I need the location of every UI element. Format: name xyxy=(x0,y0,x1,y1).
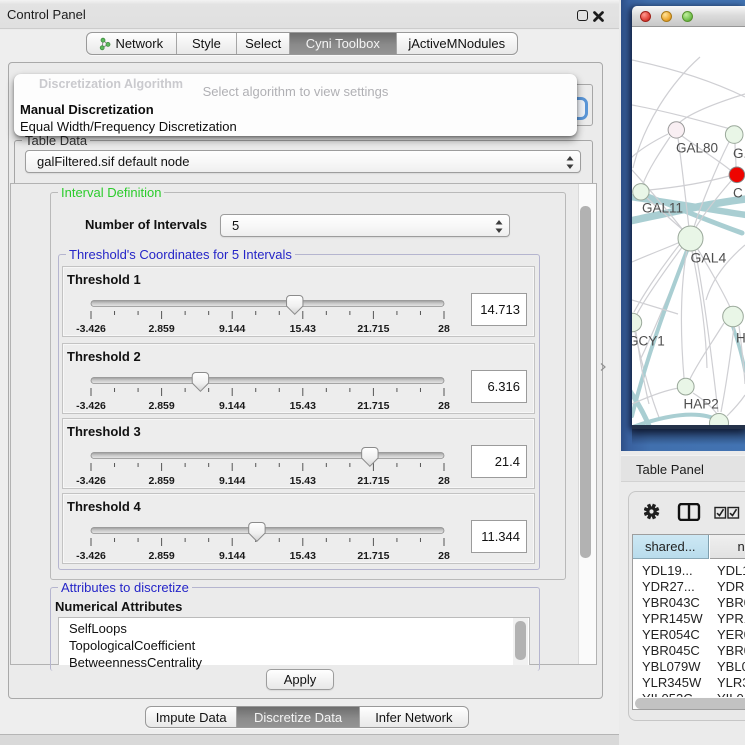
svg-text:-3.426: -3.426 xyxy=(76,550,106,562)
svg-text:2.859: 2.859 xyxy=(148,400,174,412)
svg-text:-3.426: -3.426 xyxy=(76,323,106,335)
svg-text:-3.426: -3.426 xyxy=(76,400,106,412)
svg-text:15.43: 15.43 xyxy=(290,400,316,412)
svg-text:9.144: 9.144 xyxy=(219,475,245,487)
svg-text:21.715: 21.715 xyxy=(357,550,389,562)
svg-text:21.715: 21.715 xyxy=(357,400,389,412)
svg-text:28: 28 xyxy=(438,475,450,487)
svg-text:21.715: 21.715 xyxy=(357,323,389,335)
svg-text:15.43: 15.43 xyxy=(290,323,316,335)
svg-text:2.859: 2.859 xyxy=(148,550,174,562)
svg-text:GAL80: GAL80 xyxy=(676,141,718,156)
svg-text:HAP2: HAP2 xyxy=(684,397,719,412)
svg-text:GAL4: GAL4 xyxy=(691,250,727,266)
svg-text:9.144: 9.144 xyxy=(219,550,245,562)
svg-text:2.859: 2.859 xyxy=(148,323,174,335)
svg-text:G...: G... xyxy=(733,146,745,161)
svg-text:15.43: 15.43 xyxy=(290,475,316,487)
svg-text:-3.426: -3.426 xyxy=(76,475,106,487)
svg-text:21.715: 21.715 xyxy=(357,475,389,487)
svg-text:28: 28 xyxy=(438,400,450,412)
svg-text:28: 28 xyxy=(438,323,450,335)
svg-text:GCY1: GCY1 xyxy=(632,334,665,349)
svg-text:9.144: 9.144 xyxy=(219,400,245,412)
svg-text:15.43: 15.43 xyxy=(290,550,316,562)
svg-text:28: 28 xyxy=(438,550,450,562)
svg-text:C: C xyxy=(733,186,743,201)
svg-text:9.144: 9.144 xyxy=(219,323,245,335)
svg-text:2.859: 2.859 xyxy=(148,475,174,487)
svg-text:GAL11: GAL11 xyxy=(642,201,683,216)
svg-text:H: H xyxy=(736,331,745,346)
